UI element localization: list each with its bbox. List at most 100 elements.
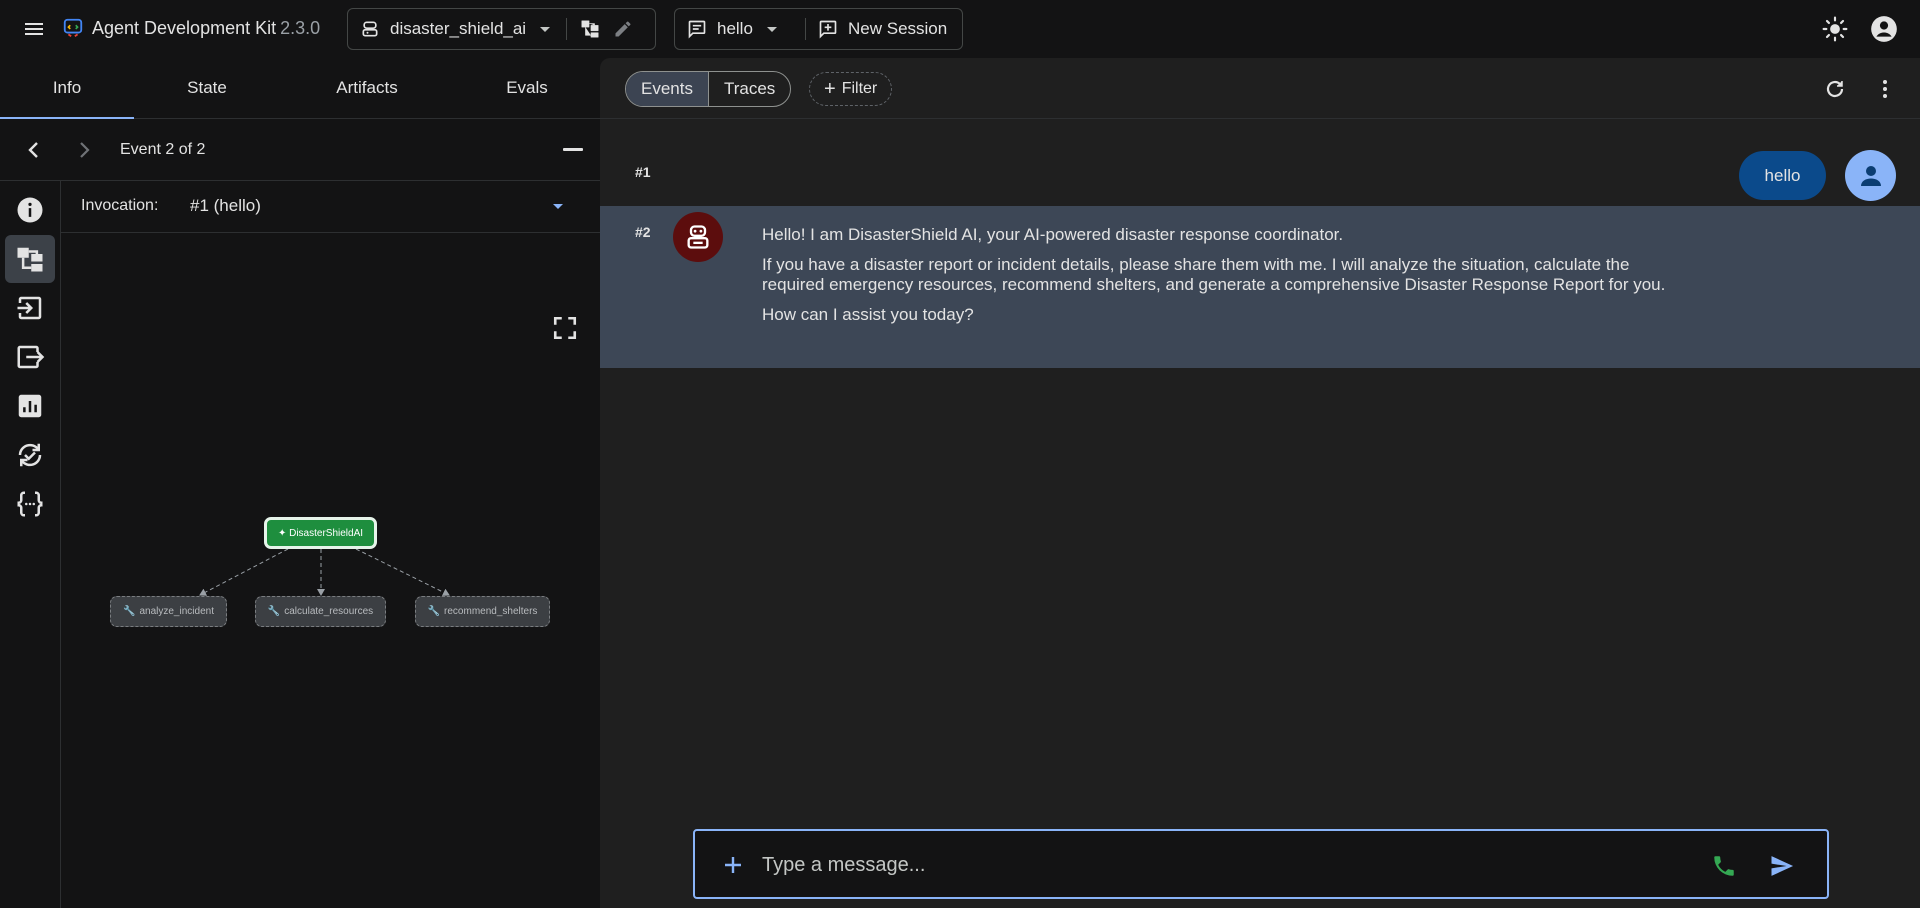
node-label: ✦ DisasterShieldAI bbox=[277, 527, 364, 539]
plus-icon: + bbox=[824, 78, 836, 100]
edit-agent-button[interactable] bbox=[613, 9, 643, 49]
message-paragraph: How can I assist you today? bbox=[762, 305, 974, 324]
send-icon[interactable] bbox=[1768, 852, 1796, 880]
agent-name: disaster_shield_ai bbox=[390, 19, 527, 38]
tab-artifacts[interactable]: Artifacts bbox=[300, 58, 434, 118]
stats-icon bbox=[18, 394, 42, 418]
add-attachment-icon[interactable] bbox=[721, 853, 745, 877]
top-bar: Agent Development Kit 2.3.0 disaster_shie… bbox=[0, 0, 1920, 58]
tab-evals[interactable]: Evals bbox=[460, 58, 594, 118]
sidebar-item-output[interactable] bbox=[5, 333, 55, 381]
event-navigation: Event 2 of 2 bbox=[0, 119, 600, 181]
robot-icon bbox=[687, 225, 709, 249]
wrench-icon: 🔧 bbox=[267, 606, 281, 617]
tab-label: Evals bbox=[506, 78, 548, 97]
sidebar-item-stats[interactable] bbox=[5, 382, 55, 430]
app-name: Agent Development Kit bbox=[92, 18, 277, 38]
message-input[interactable] bbox=[762, 851, 1662, 879]
graph-icon bbox=[581, 20, 599, 38]
message-text: hello bbox=[1764, 165, 1801, 185]
node-label: analyze_incident bbox=[139, 606, 214, 617]
chat-toolbar: Events Traces + Filter bbox=[600, 58, 1920, 119]
view-toggle: Events Traces bbox=[625, 71, 792, 107]
more-vert-icon[interactable] bbox=[1873, 77, 1897, 101]
node-label: calculate_resources bbox=[284, 606, 374, 617]
graph-edges bbox=[199, 548, 450, 596]
sidebar-item-eval[interactable] bbox=[5, 431, 55, 479]
check-cycle-icon bbox=[18, 443, 42, 467]
bot-avatar bbox=[673, 212, 723, 262]
node-label: recommend_shelters bbox=[444, 606, 538, 617]
invocation-selector[interactable]: Invocation: #1 (hello) bbox=[61, 181, 600, 233]
graph-icon bbox=[17, 247, 43, 272]
graph-node-tool[interactable]: 🔧 recommend_shelters bbox=[415, 596, 550, 627]
agent-graph: ✦ DisasterShieldAI 🔧 analyze_incident 🔧 ca… bbox=[61, 233, 600, 908]
agent-icon bbox=[362, 21, 378, 37]
info-tabs: Info State Artifacts Evals bbox=[0, 58, 600, 119]
agent-graph-button[interactable] bbox=[567, 9, 613, 49]
tab-traces[interactable]: Traces bbox=[707, 72, 790, 106]
agent-message-text: Hello! I am DisasterShield AI, your AI-p… bbox=[762, 225, 1682, 335]
left-panel: Info State Artifacts Evals Event 2 of 2 bbox=[0, 58, 600, 908]
info-sidebar bbox=[0, 181, 61, 908]
menu-icon[interactable] bbox=[22, 17, 46, 41]
chevron-left-icon[interactable] bbox=[22, 138, 46, 162]
agent-message-row[interactable]: #2 Hello! I am DisasterShield AI, your A… bbox=[600, 206, 1920, 368]
chevron-down-icon bbox=[540, 26, 551, 32]
phone-icon[interactable] bbox=[1711, 853, 1737, 879]
pencil-icon bbox=[615, 21, 631, 37]
event-counter: Event 2 of 2 bbox=[120, 141, 206, 158]
tab-label: Events bbox=[641, 79, 693, 98]
new-session-button[interactable]: New Session bbox=[806, 9, 959, 49]
user-avatar bbox=[1845, 150, 1896, 201]
user-message-bubble[interactable]: hello bbox=[1739, 151, 1826, 200]
chat-icon bbox=[688, 20, 706, 39]
tab-label: Info bbox=[52, 78, 82, 97]
event-number: #2 bbox=[635, 224, 651, 240]
chevron-down-icon bbox=[766, 26, 777, 32]
invocation-label: Invocation: bbox=[81, 197, 159, 214]
adk-logo-icon bbox=[63, 18, 83, 38]
tab-state[interactable]: State bbox=[140, 58, 274, 118]
sidebar-item-input[interactable] bbox=[5, 284, 55, 332]
tab-label: Traces bbox=[723, 79, 776, 98]
session-selector[interactable]: hello bbox=[675, 9, 805, 49]
wrench-icon: 🔧 bbox=[123, 606, 136, 617]
account-circle-icon[interactable] bbox=[1870, 15, 1898, 43]
graph-node-tool[interactable]: 🔧 calculate_resources bbox=[255, 596, 386, 627]
sidebar-item-json[interactable] bbox=[5, 480, 55, 528]
refresh-icon[interactable] bbox=[1823, 77, 1847, 101]
tab-label: Artifacts bbox=[336, 78, 398, 97]
collapse-icon[interactable] bbox=[563, 148, 583, 151]
chat-panel: Events Traces + Filter #1 hello #2 Hello… bbox=[600, 58, 1920, 908]
sun-icon[interactable] bbox=[1822, 16, 1848, 42]
graph-edge bbox=[199, 548, 289, 596]
add-comment-icon bbox=[819, 20, 837, 39]
app-title: Agent Development Kit 2.3.0 bbox=[92, 18, 320, 39]
graph-node-tool[interactable]: 🔧 analyze_incident bbox=[110, 596, 227, 627]
filter-button[interactable]: + Filter bbox=[809, 72, 893, 106]
session-name: hello bbox=[717, 19, 753, 38]
sidebar-item-info[interactable] bbox=[5, 186, 55, 234]
agent-selector[interactable]: disaster_shield_ai bbox=[348, 9, 566, 49]
message-paragraph: Hello! I am DisasterShield AI, your AI-p… bbox=[762, 225, 1344, 244]
json-icon bbox=[17, 491, 43, 517]
chevron-down-icon bbox=[553, 204, 563, 209]
message-paragraph: If you have a disaster report or inciden… bbox=[762, 255, 1666, 294]
output-icon bbox=[17, 345, 45, 369]
graph-node-root-agent[interactable]: ✦ DisasterShieldAI bbox=[264, 517, 377, 549]
info-icon bbox=[17, 197, 43, 223]
new-session-label: New Session bbox=[848, 19, 948, 38]
message-composer bbox=[693, 829, 1829, 899]
tab-events[interactable]: Events bbox=[626, 72, 708, 106]
chevron-right-icon[interactable] bbox=[72, 138, 96, 162]
event-number[interactable]: #1 bbox=[635, 164, 651, 180]
tab-label: State bbox=[187, 78, 227, 97]
filter-label: Filter bbox=[841, 80, 878, 97]
app-version: 2.3.0 bbox=[280, 18, 321, 38]
input-icon bbox=[17, 296, 42, 320]
graph-edge bbox=[355, 548, 450, 596]
tab-info[interactable]: Info bbox=[0, 58, 134, 119]
sidebar-item-graph[interactable] bbox=[5, 235, 55, 283]
person-icon bbox=[1860, 165, 1881, 186]
